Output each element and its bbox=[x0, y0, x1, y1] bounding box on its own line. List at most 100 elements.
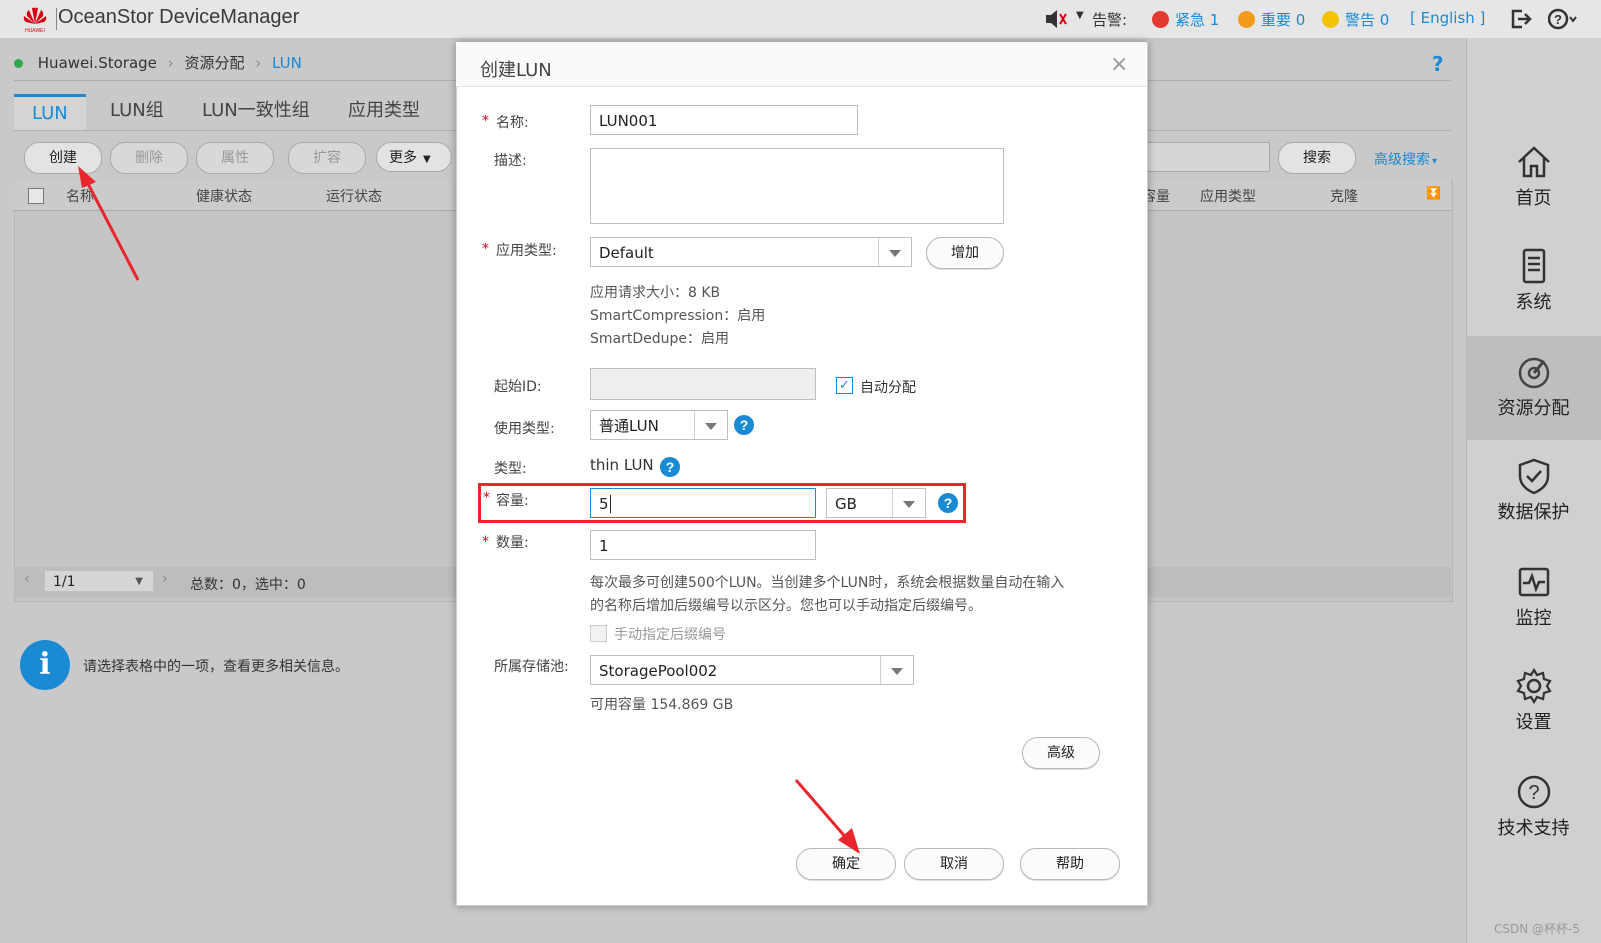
nav-settings[interactable]: 设置 bbox=[1466, 650, 1601, 754]
tab-lun[interactable]: LUN bbox=[14, 94, 86, 131]
tab-lun-group[interactable]: LUN组 bbox=[92, 94, 182, 128]
warning-alarm-icon bbox=[1322, 11, 1339, 28]
info-icon: i bbox=[20, 640, 70, 690]
add-app-type-button[interactable]: 增加 bbox=[926, 237, 1004, 269]
breadcrumb-device[interactable]: Huawei.Storage bbox=[38, 54, 157, 72]
storage-pool-select[interactable]: StoragePool002 bbox=[590, 655, 914, 685]
column-header-app-type[interactable]: 应用类型 bbox=[1200, 186, 1256, 206]
capacity-unit-select[interactable]: GB bbox=[826, 488, 926, 518]
app-info-dedupe: SmartDedupe：启用 bbox=[590, 331, 730, 347]
help-menu-icon[interactable]: ? bbox=[1548, 8, 1578, 30]
svg-text:HUAWEI: HUAWEI bbox=[25, 28, 45, 34]
required-marker: * bbox=[482, 241, 489, 257]
column-header-clone[interactable]: 克隆 bbox=[1330, 186, 1358, 206]
monitor-icon bbox=[1518, 567, 1549, 597]
dialog-header bbox=[456, 42, 1146, 87]
nav-home[interactable]: 首页 bbox=[1466, 126, 1601, 230]
expand-button[interactable]: 扩容 bbox=[288, 142, 366, 174]
alarm-major[interactable]: 重要 0 bbox=[1238, 9, 1305, 30]
alarm-critical[interactable]: 紧急 1 bbox=[1152, 9, 1219, 30]
page-help-icon[interactable]: ? bbox=[1432, 52, 1444, 76]
alarm-warning[interactable]: 警告 0 bbox=[1322, 9, 1389, 30]
capacity-help-icon[interactable]: ? bbox=[938, 493, 958, 513]
language-link[interactable]: [ English ] bbox=[1410, 9, 1485, 27]
chevron-down-icon[interactable]: ▼ bbox=[1076, 10, 1084, 21]
status-dot bbox=[14, 59, 23, 68]
column-picker-icon[interactable]: ⏬ bbox=[1426, 186, 1441, 200]
info-message: 请选择表格中的一项，查看更多相关信息。 bbox=[83, 659, 349, 675]
chevron-down-icon: ▼ bbox=[135, 576, 143, 587]
description-label: 描述: bbox=[494, 153, 527, 169]
name-input[interactable]: LUN001 bbox=[590, 105, 858, 135]
auto-assign-label: 自动分配 bbox=[860, 380, 916, 396]
logout-icon[interactable] bbox=[1510, 9, 1532, 29]
nav-system[interactable]: 系统 bbox=[1466, 230, 1601, 334]
next-page-icon[interactable]: › bbox=[162, 571, 168, 587]
svg-text:?: ? bbox=[1528, 782, 1539, 804]
quantity-note-line1: 每次最多可创建500个LUN。当创建多个LUN时，系统会根据数量自动在输入 bbox=[590, 575, 1065, 591]
major-alarm-icon bbox=[1238, 11, 1255, 28]
column-header-running[interactable]: 运行状态 bbox=[326, 186, 382, 206]
usage-type-help-icon[interactable]: ? bbox=[734, 415, 754, 435]
app-type-select[interactable]: Default bbox=[590, 237, 912, 267]
speaker-icon[interactable] bbox=[1044, 8, 1068, 30]
usage-type-select[interactable]: 普通LUN bbox=[590, 410, 728, 440]
nav-provisioning[interactable]: 资源分配 bbox=[1466, 336, 1601, 440]
critical-alarm-icon bbox=[1152, 11, 1169, 28]
auto-assign-checkbox[interactable]: ✓ bbox=[836, 377, 853, 394]
type-value: thin LUN bbox=[590, 456, 654, 474]
quantity-input[interactable]: 1 bbox=[590, 530, 816, 560]
tab-app-type[interactable]: 应用类型 bbox=[330, 94, 438, 128]
tab-lun-consistency-group[interactable]: LUN一致性组 bbox=[184, 94, 328, 128]
gear-icon bbox=[1515, 667, 1552, 705]
storage-pool-label: 所属存储池: bbox=[494, 659, 569, 675]
huawei-logo: HUAWEI bbox=[23, 7, 47, 34]
search-input[interactable] bbox=[1140, 142, 1270, 172]
provisioning-icon bbox=[1518, 357, 1549, 389]
capacity-input[interactable]: 5 bbox=[590, 488, 816, 518]
chevron-down-icon bbox=[880, 656, 913, 684]
shield-icon bbox=[1518, 458, 1549, 495]
nav-data-protection[interactable]: 数据保护 bbox=[1466, 440, 1601, 544]
column-header-health[interactable]: 健康状态 bbox=[196, 186, 252, 206]
quantity-label: 数量: bbox=[496, 535, 529, 551]
type-label: 类型: bbox=[494, 461, 527, 477]
chevron-down-icon: ▼ bbox=[423, 154, 431, 165]
manual-suffix-checkbox[interactable] bbox=[590, 625, 607, 642]
breadcrumb: Huawei.Storage › 资源分配 › LUN bbox=[14, 52, 302, 73]
more-button[interactable]: 更多 ▼ bbox=[376, 142, 452, 172]
watermark: CSDN @杯杯-5 bbox=[1494, 922, 1580, 936]
search-button[interactable]: 搜索 bbox=[1278, 142, 1356, 174]
quantity-note-line2: 的名称后增加后缀编号以示区分。您也可以手动指定后缀编号。 bbox=[590, 598, 982, 614]
app-info-request-size: 应用请求大小：8 KB bbox=[590, 285, 721, 301]
required-marker: * bbox=[482, 534, 489, 550]
nav-support[interactable]: ? 技术支持 bbox=[1466, 756, 1601, 860]
advanced-search-link[interactable]: 高级搜索 ▾ bbox=[1374, 149, 1437, 169]
type-help-icon[interactable]: ? bbox=[660, 457, 680, 477]
cancel-button[interactable]: 取消 bbox=[904, 848, 1004, 880]
chevron-down-icon bbox=[878, 238, 911, 266]
app-type-label: 应用类型: bbox=[496, 243, 557, 259]
chevron-down-icon: ▾ bbox=[1432, 156, 1438, 167]
close-icon[interactable]: × bbox=[1110, 52, 1128, 77]
prev-page-icon[interactable]: ‹ bbox=[24, 571, 30, 587]
description-textarea[interactable] bbox=[590, 148, 1004, 224]
usage-type-label: 使用类型: bbox=[494, 421, 555, 437]
support-icon: ? bbox=[1517, 775, 1550, 809]
nav-monitor[interactable]: 监控 bbox=[1466, 546, 1601, 650]
select-all-checkbox[interactable] bbox=[28, 188, 44, 204]
breadcrumb-section[interactable]: 资源分配 bbox=[184, 54, 244, 72]
home-icon bbox=[1517, 146, 1550, 178]
app-title: OceanStor DeviceManager bbox=[58, 6, 300, 28]
advanced-button[interactable]: 高级 bbox=[1022, 737, 1100, 769]
help-button[interactable]: 帮助 bbox=[1020, 848, 1120, 880]
pool-available-capacity: 可用容量 154.869 GB bbox=[590, 697, 734, 713]
app-info-compression: SmartCompression：启用 bbox=[590, 308, 766, 324]
page-select[interactable]: 1/1 ▼ bbox=[44, 570, 154, 592]
properties-button[interactable]: 属性 bbox=[196, 142, 274, 174]
breadcrumb-current: LUN bbox=[272, 54, 302, 72]
required-marker: * bbox=[483, 490, 490, 506]
start-id-label: 起始ID: bbox=[494, 379, 542, 395]
capacity-label: 容量: bbox=[496, 493, 529, 509]
dialog-title: 创建LUN bbox=[480, 60, 552, 81]
